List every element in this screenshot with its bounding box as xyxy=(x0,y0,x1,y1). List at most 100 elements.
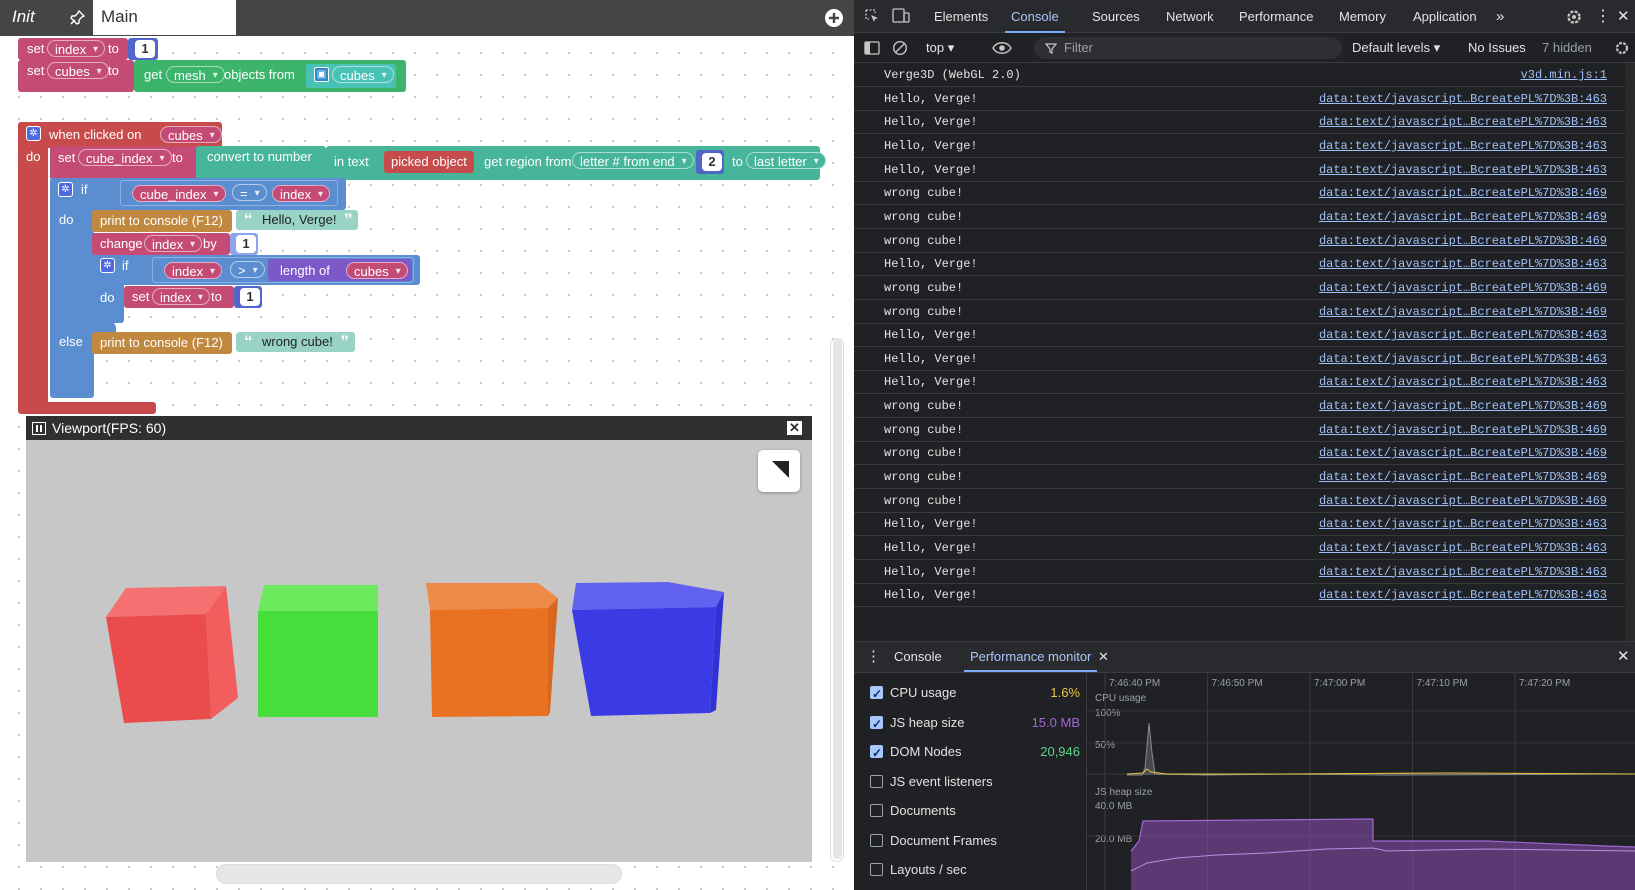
console-source-link[interactable]: data:text/javascript…BcreatePL%7D%3B:463 xyxy=(1319,536,1607,560)
green-cube[interactable] xyxy=(258,585,378,717)
metric-dom-nodes[interactable]: DOM Nodes 20,946 xyxy=(870,740,1080,765)
pause-icon[interactable] xyxy=(32,422,46,435)
number-value[interactable]: 1 xyxy=(135,40,155,58)
pin-icon[interactable] xyxy=(68,9,86,27)
console-source-link[interactable]: data:text/javascript…BcreatePL%7D%3B:463 xyxy=(1319,583,1607,607)
console-source-link[interactable]: data:text/javascript…BcreatePL%7D%3B:463 xyxy=(1319,560,1607,584)
console-source-link[interactable]: data:text/javascript…BcreatePL%7D%3B:463 xyxy=(1319,252,1607,276)
settings-gear-icon[interactable]: ✲ xyxy=(26,126,41,141)
console-source-link[interactable]: data:text/javascript…BcreatePL%7D%3B:463 xyxy=(1319,158,1607,182)
more-options-icon[interactable]: ⋮ xyxy=(1595,0,1611,33)
console-scrollbar[interactable] xyxy=(1625,63,1635,641)
console-source-link[interactable]: v3d.min.js:1 xyxy=(1521,63,1607,87)
context-selector[interactable]: top ▾ xyxy=(926,33,954,63)
eye-icon[interactable] xyxy=(992,41,1012,55)
type-dropdown-mesh[interactable]: mesh xyxy=(166,66,225,84)
metric-checkbox[interactable] xyxy=(870,712,883,736)
console-source-link[interactable]: data:text/javascript…BcreatePL%7D%3B:463 xyxy=(1319,323,1607,347)
nested-if-settings-gear-icon[interactable]: ✲ xyxy=(100,258,115,273)
tab-memory[interactable]: Memory xyxy=(1339,0,1386,33)
console-source-link[interactable]: data:text/javascript…BcreatePL%7D%3B:463 xyxy=(1319,87,1607,111)
console-source-link[interactable]: data:text/javascript…BcreatePL%7D%3B:463 xyxy=(1319,134,1607,158)
reset-number[interactable]: 1 xyxy=(240,288,260,306)
wrong-cube-string[interactable]: “ wrong cube! ” xyxy=(236,332,355,352)
vertical-scrollbar[interactable] xyxy=(830,338,844,862)
tab-network[interactable]: Network xyxy=(1166,0,1214,33)
console-source-link[interactable]: data:text/javascript…BcreatePL%7D%3B:463 xyxy=(1319,110,1607,134)
viewport-panel[interactable]: Viewport(FPS: 60) ✕ xyxy=(26,416,812,862)
scene-canvas[interactable] xyxy=(26,440,812,862)
console-source-link[interactable]: data:text/javascript…BcreatePL%7D%3B:469 xyxy=(1319,229,1607,253)
hello-string[interactable]: “ Hello, Verge! ” xyxy=(236,210,359,230)
log-levels-dropdown[interactable]: Default levels ▾ xyxy=(1352,33,1440,63)
when-clicked-block[interactable] xyxy=(18,122,48,412)
tab-performance[interactable]: Performance xyxy=(1239,0,1313,33)
drawer-tab-performance-monitor[interactable]: Performance monitor xyxy=(964,642,1098,672)
more-tabs-chevron-icon[interactable]: » xyxy=(1496,0,1504,33)
console-source-link[interactable]: data:text/javascript…BcreatePL%7D%3B:469 xyxy=(1319,418,1607,442)
metric-checkbox[interactable] xyxy=(870,682,883,706)
console-source-link[interactable]: data:text/javascript…BcreatePL%7D%3B:469 xyxy=(1319,489,1607,513)
letter-mode-dropdown[interactable]: letter # from end xyxy=(572,152,694,170)
metric-document-frames[interactable]: Document Frames xyxy=(870,829,1080,853)
metric-js-heap-size[interactable]: JS heap size 15.0 MB xyxy=(870,711,1080,736)
console-settings-icon[interactable] xyxy=(1614,40,1630,56)
list-dropdown-cubes[interactable]: cubes xyxy=(346,262,408,280)
var-dropdown-cube-index[interactable]: cube_index xyxy=(132,185,226,203)
metric-checkbox[interactable] xyxy=(870,741,883,765)
var-dropdown-index[interactable]: index xyxy=(164,262,223,280)
metric-js-event-listeners[interactable]: JS event listeners xyxy=(870,770,1080,794)
region-start-number[interactable]: 2 xyxy=(702,153,722,171)
console-source-link[interactable]: data:text/javascript…BcreatePL%7D%3B:469 xyxy=(1319,300,1607,324)
change-by-number[interactable]: 1 xyxy=(236,235,256,253)
close-devtools-icon[interactable]: ✕ xyxy=(1617,0,1630,33)
console-source-link[interactable]: data:text/javascript…BcreatePL%7D%3B:469 xyxy=(1319,181,1607,205)
metric-documents[interactable]: Documents xyxy=(870,799,1080,823)
console-source-link[interactable]: data:text/javascript…BcreatePL%7D%3B:463 xyxy=(1319,347,1607,371)
close-tab-icon[interactable]: ✕ xyxy=(1098,642,1109,672)
close-icon[interactable]: ✕ xyxy=(787,421,802,435)
last-letter-dropdown[interactable]: last letter xyxy=(746,152,826,170)
metric-checkbox[interactable] xyxy=(870,863,883,876)
tab-elements[interactable]: Elements xyxy=(934,0,988,33)
collection-dropdown-cubes[interactable]: cubes xyxy=(332,66,394,84)
var-dropdown-index[interactable]: index xyxy=(272,185,331,203)
clear-console-icon[interactable] xyxy=(892,40,908,56)
issues-button[interactable]: No Issues xyxy=(1468,33,1526,63)
inspect-element-icon[interactable] xyxy=(864,8,880,24)
operator-dropdown-greater[interactable]: > xyxy=(230,261,265,279)
metric-checkbox[interactable] xyxy=(870,774,883,788)
console-source-link[interactable]: data:text/javascript…BcreatePL%7D%3B:469 xyxy=(1319,205,1607,229)
console-source-link[interactable]: data:text/javascript…BcreatePL%7D%3B:469 xyxy=(1319,441,1607,465)
orange-cube[interactable] xyxy=(426,583,558,717)
var-dropdown-index[interactable]: index xyxy=(47,40,106,58)
metric-checkbox[interactable] xyxy=(870,833,883,847)
tab-console[interactable]: Console xyxy=(1005,0,1065,33)
console-source-link[interactable]: data:text/javascript…BcreatePL%7D%3B:463 xyxy=(1319,370,1607,394)
red-cube[interactable] xyxy=(106,586,238,723)
picked-object-block[interactable]: picked object xyxy=(384,151,474,173)
metric-layouts-sec[interactable]: Layouts / sec xyxy=(870,858,1080,882)
tab-application[interactable]: Application xyxy=(1413,0,1477,33)
blue-cube[interactable] xyxy=(572,582,724,716)
metric-checkbox[interactable] xyxy=(870,804,883,817)
settings-gear-icon[interactable] xyxy=(1565,8,1583,26)
drawer-menu-icon[interactable]: ⋮ xyxy=(866,642,881,672)
if-settings-gear-icon[interactable]: ✲ xyxy=(58,182,73,197)
drawer-tab-console[interactable]: Console xyxy=(894,642,942,672)
close-drawer-icon[interactable]: ✕ xyxy=(1617,642,1630,672)
console-source-link[interactable]: data:text/javascript…BcreatePL%7D%3B:469 xyxy=(1319,394,1607,418)
console-source-link[interactable]: data:text/javascript…BcreatePL%7D%3B:463 xyxy=(1319,512,1607,536)
operator-dropdown-equals[interactable]: = xyxy=(232,184,267,202)
target-dropdown-cubes[interactable]: cubes xyxy=(160,126,222,144)
add-tab-icon[interactable] xyxy=(824,8,844,28)
var-dropdown-index[interactable]: index xyxy=(144,235,203,253)
scrollbar-thumb[interactable] xyxy=(833,339,842,859)
horizontal-scrollbar[interactable] xyxy=(216,864,622,884)
console-source-link[interactable]: data:text/javascript…BcreatePL%7D%3B:469 xyxy=(1319,465,1607,489)
tab-sources[interactable]: Sources xyxy=(1092,0,1140,33)
console-source-link[interactable]: data:text/javascript…BcreatePL%7D%3B:469 xyxy=(1319,276,1607,300)
var-dropdown-index[interactable]: index xyxy=(152,288,211,306)
device-toolbar-icon[interactable] xyxy=(892,8,910,24)
tab-main[interactable]: Main xyxy=(93,0,236,35)
